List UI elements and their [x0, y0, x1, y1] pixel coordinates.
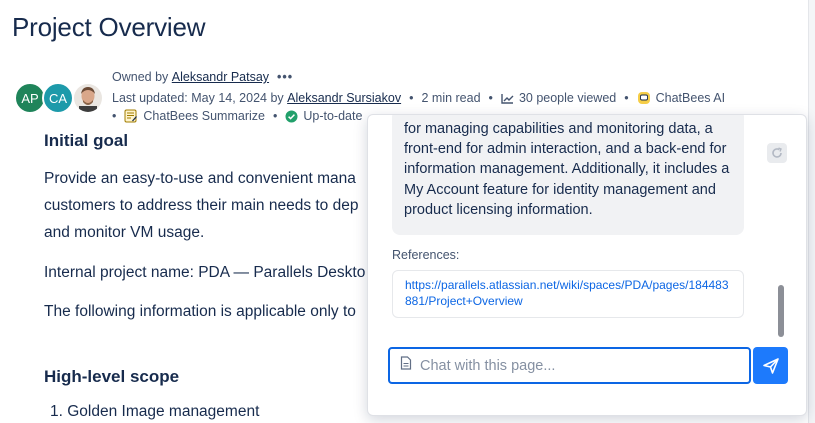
- chat-answer-bubble: for managing capabilities and monitoring…: [392, 115, 744, 235]
- views-count[interactable]: 30 people viewed: [519, 91, 616, 105]
- references-label: References:: [392, 248, 460, 262]
- chatbees-chat-panel: for managing capabilities and monitoring…: [367, 114, 807, 416]
- chat-scrollbar-thumb[interactable]: [778, 285, 784, 337]
- more-actions-icon[interactable]: •••: [277, 70, 293, 84]
- document-icon: [400, 356, 412, 375]
- chat-input[interactable]: [420, 357, 720, 374]
- applicable-paragraph: The following information is applicable …: [44, 303, 356, 320]
- avatar-ca[interactable]: CA: [42, 82, 74, 114]
- reference-link[interactable]: https://parallels.atlassian.net/wiki/spa…: [392, 270, 744, 318]
- send-icon: [762, 357, 779, 374]
- page-scrollbar[interactable]: [808, 0, 815, 423]
- chatbees-ai-link[interactable]: ChatBees AI: [656, 91, 726, 105]
- status-badge: Up-to-date: [303, 109, 363, 123]
- scope-heading: High-level scope: [44, 367, 180, 386]
- send-button[interactable]: [753, 347, 788, 384]
- page-title: Project Overview: [12, 12, 206, 42]
- owner-line: Owned by Aleksandr Patsay •••: [112, 70, 293, 84]
- owner-link[interactable]: Aleksandr Patsay: [172, 70, 269, 84]
- updated-line: Last updated: May 14, 2024 by Aleksandr …: [112, 91, 726, 105]
- owned-by-label: Owned by: [112, 70, 169, 84]
- last-updated-label: Last updated: May 14, 2024 by: [112, 91, 284, 105]
- updated-by-link[interactable]: Aleksandr Sursiakov: [287, 91, 401, 105]
- analytics-icon: [501, 93, 514, 104]
- internal-name-paragraph: Internal project name: PDA — Parallels D…: [44, 264, 366, 281]
- goal-paragraph: Provide an easy-to-use and convenient ma…: [44, 170, 359, 241]
- avatar-photo[interactable]: [72, 82, 104, 114]
- scope-list-item: 1. Golden Image management: [50, 403, 260, 420]
- contributors-avatars[interactable]: AP CA: [14, 82, 104, 114]
- chatbees-summarize-link[interactable]: ChatBees Summarize: [143, 109, 265, 123]
- refresh-button[interactable]: [767, 143, 787, 163]
- chat-input-box[interactable]: [388, 347, 751, 384]
- check-circle-icon: [285, 110, 298, 123]
- initial-goal-heading: Initial goal: [44, 131, 129, 150]
- read-time: 2 min read: [421, 91, 481, 105]
- refresh-icon: [772, 147, 782, 158]
- summary-line: • ChatBees Summarize • Up-to-date: [112, 109, 363, 123]
- chatbees-ai-icon: [637, 91, 651, 105]
- summarize-icon: [124, 109, 138, 123]
